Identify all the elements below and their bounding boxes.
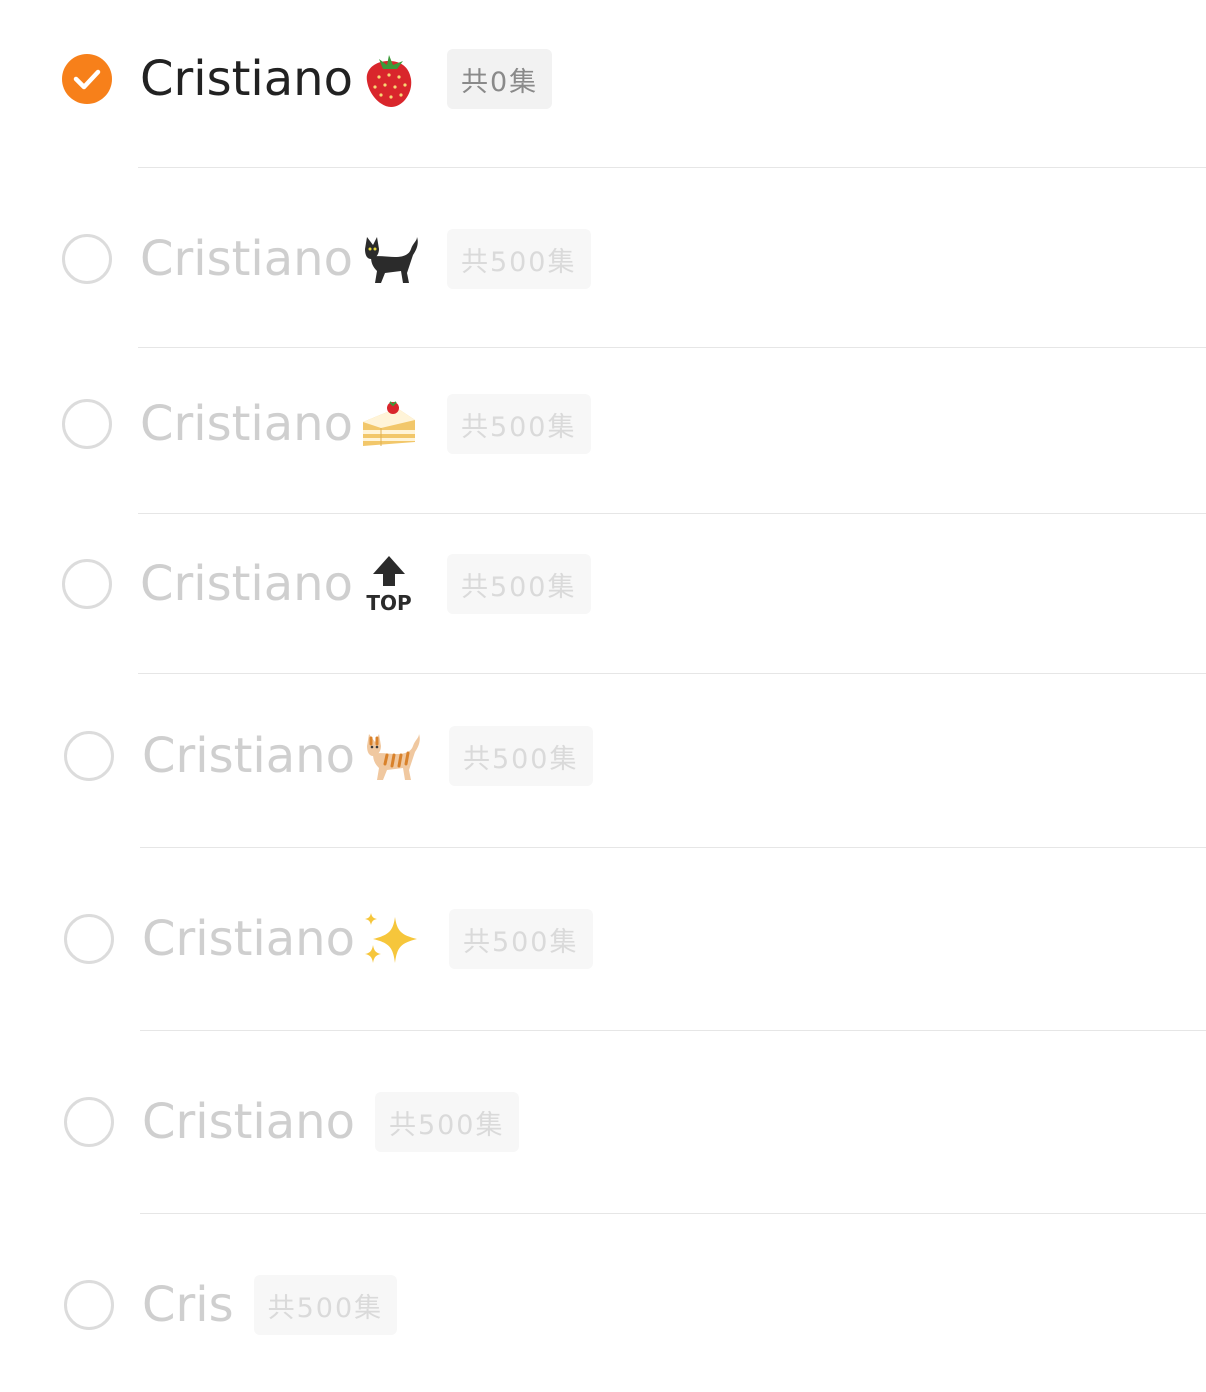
item-label[interactable]: Cristiano 共500集 [140,392,591,456]
divider [138,347,1206,348]
episode-count-badge: 共500集 [446,554,591,614]
list-item[interactable]: Cristiano 共500集 [0,199,1206,319]
list-item[interactable]: Cristiano 共0集 [0,19,1206,139]
item-label[interactable]: Cristiano 共500集 [142,907,593,971]
top-arrow-icon: TOP [357,552,421,616]
divider [138,673,1206,674]
item-name: Cristiano [140,231,353,287]
item-name: Cristiano [142,911,355,967]
episode-count-badge: 共500集 [448,726,593,786]
episode-count-badge: 共500集 [448,909,593,969]
unchecked-radio[interactable] [64,914,114,964]
shortcake-icon [357,392,421,456]
black-cat-icon [357,227,421,291]
divider [138,167,1206,168]
list-item[interactable]: Cristiano 共500集 [0,364,1206,484]
unchecked-radio[interactable] [62,559,112,609]
checked-radio[interactable] [62,54,112,104]
item-label[interactable]: Cristiano 共0集 [140,47,553,111]
item-label[interactable]: Cristiano 共500集 [142,724,593,788]
episode-count-badge: 共500集 [253,1275,398,1335]
item-name: Cristiano [140,51,353,107]
svg-text:TOP: TOP [366,591,411,615]
unchecked-radio[interactable] [62,399,112,449]
tabby-cat-icon [359,724,423,788]
unchecked-radio[interactable] [64,1280,114,1330]
list-item[interactable]: Cristiano 共500集 [0,879,1206,999]
item-name: Cristiano [142,728,355,784]
item-label[interactable]: Cristiano 共500集 [140,227,591,291]
item-label[interactable]: Cristiano TOP 共500集 [140,552,591,616]
item-name: Cristiano [142,1094,355,1150]
item-label[interactable]: Cris 共500集 [142,1275,398,1335]
episode-count-badge: 共500集 [446,394,591,454]
unchecked-radio[interactable] [64,1097,114,1147]
sparkles-icon [359,907,423,971]
divider [138,513,1206,514]
list-item[interactable]: Cris 共500集 [0,1245,1206,1365]
episode-count-badge: 共0集 [446,49,553,109]
unchecked-radio[interactable] [62,234,112,284]
episode-count-badge: 共500集 [446,229,591,289]
divider [140,1213,1206,1214]
divider [140,847,1206,848]
checkmark-icon [73,69,101,90]
item-name: Cris [142,1277,234,1333]
list-item[interactable]: Cristiano 共500集 [0,696,1206,816]
unchecked-radio[interactable] [64,731,114,781]
episode-count-badge: 共500集 [374,1092,519,1152]
item-name: Cristiano [140,396,353,452]
season-list: Cristiano 共0集 Cristiano 共500集 Cristiano … [0,0,1206,1392]
item-name: Cristiano [140,556,353,612]
list-item[interactable]: Cristiano 共500集 [0,1062,1206,1182]
strawberry-icon [357,47,421,111]
divider [140,1030,1206,1031]
list-item[interactable]: Cristiano TOP 共500集 [0,524,1206,644]
item-label[interactable]: Cristiano 共500集 [142,1092,519,1152]
